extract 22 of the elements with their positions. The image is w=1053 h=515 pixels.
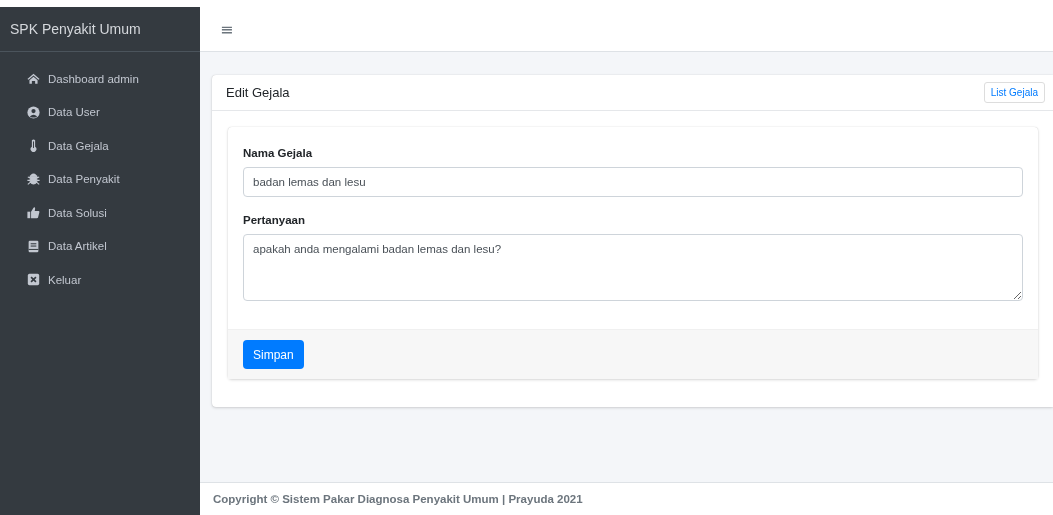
user-circle-icon [27, 105, 40, 119]
thumbs-up-icon [27, 206, 40, 220]
list-button[interactable]: List Gejala [983, 82, 1045, 103]
book-icon [27, 239, 40, 253]
sidebar-item[interactable]: Keluar [27, 263, 200, 297]
textarea-field[interactable]: apakah anda mengalami badan lemas dan lesu? [243, 234, 1023, 301]
sidebar-item[interactable]: Data Penyakit [27, 162, 200, 196]
sidebar-item[interactable]: Dashboard admin [27, 62, 200, 96]
input-field[interactable]: badan lemas dan lesu [243, 167, 1023, 197]
field-label: Pertanyaan [243, 214, 306, 226]
home-icon [27, 72, 40, 86]
field-label: Nama Gejala [243, 147, 314, 159]
sidebar-item[interactable]: Data User [27, 95, 200, 129]
menu-icon[interactable]: ≡ [220, 19, 234, 39]
copyright-text: Copyright © Sistem Pakar Diagnosa Penyakit Umum | Prayuda 2021 [213, 493, 583, 505]
sidebar-item[interactable]: Data Artikel [27, 229, 200, 263]
save-button[interactable]: Simpan [243, 340, 304, 369]
card-title: Edit Gejala [226, 85, 290, 100]
close-icon [27, 273, 40, 287]
bug-icon [27, 172, 40, 186]
sidebar-item[interactable]: Data Solusi [27, 196, 200, 230]
sidebar-item[interactable]: Data Gejala [27, 129, 200, 163]
